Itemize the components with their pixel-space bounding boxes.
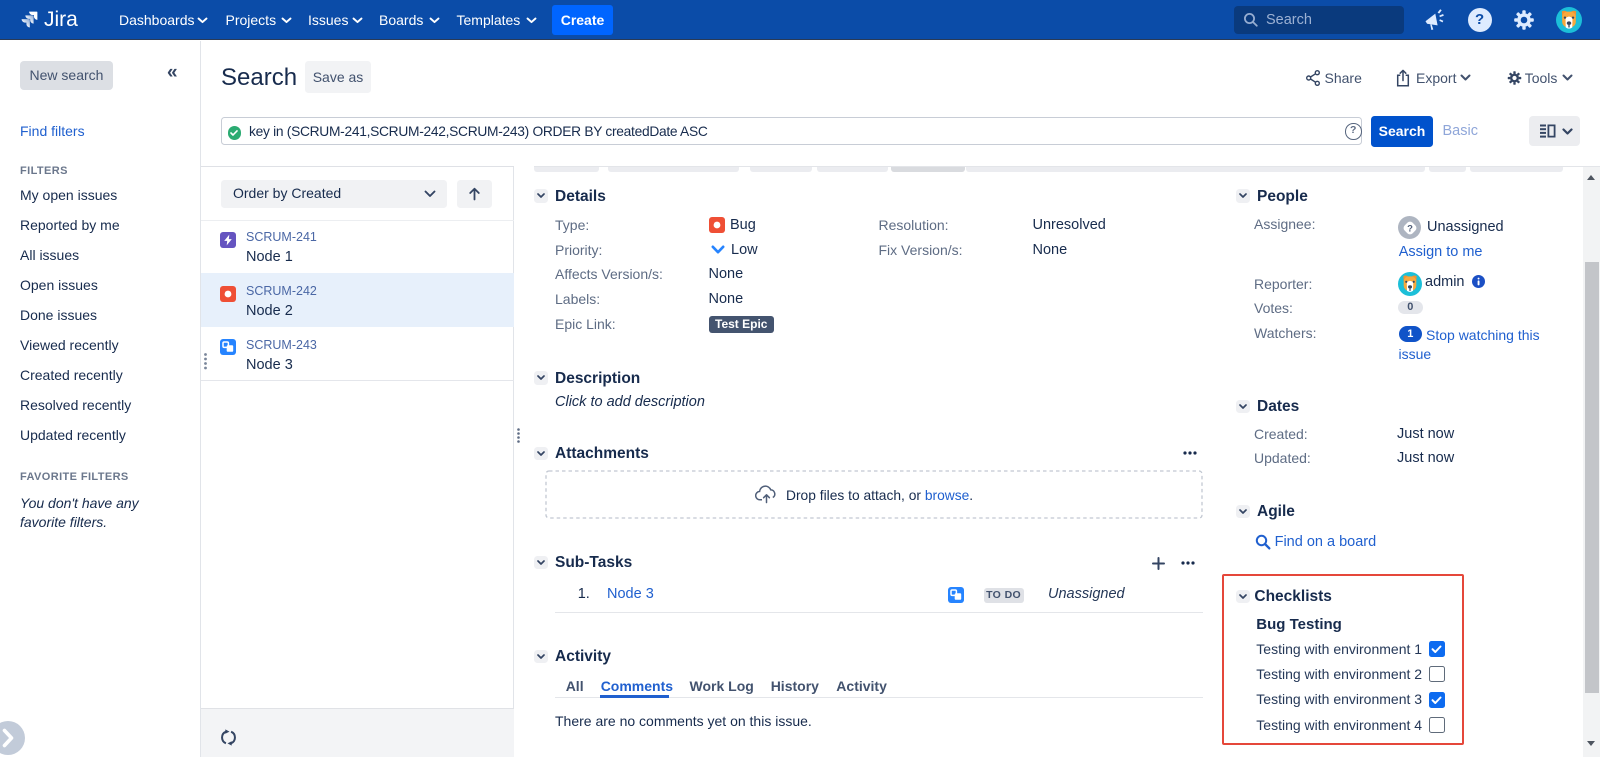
svg-text:?: ? xyxy=(1407,223,1413,234)
